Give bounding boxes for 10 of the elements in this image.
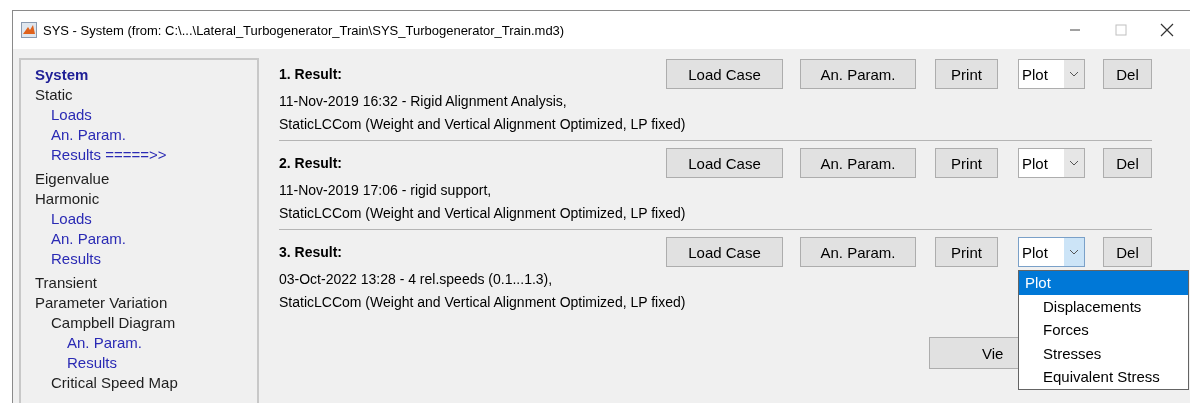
result-description: 11-Nov-2019 16:32 - Rigid Alignment Analysis, bbox=[279, 92, 567, 111]
result-heading: 2. Result: bbox=[279, 155, 343, 171]
result-heading: 1. Result: bbox=[279, 66, 343, 82]
result-description: StaticLCCom (Weight and Vertical Alignment Optimized, LP fixed) bbox=[279, 204, 686, 223]
window-title: SYS - System (from: C:\...\Lateral_Turbogenerator_Train\SYS_Turbogenerator_Train.md3) bbox=[43, 22, 566, 38]
result-heading: 3. Result: bbox=[279, 244, 343, 260]
result-description: 03-Oct-2022 13:28 - 4 rel.speeds (0.1...1.3), bbox=[279, 270, 553, 289]
result-description: 11-Nov-2019 17:06 - rigid support, bbox=[279, 181, 492, 200]
result-description: StaticLCCom (Weight and Vertical Alignment Optimized, LP fixed) bbox=[279, 115, 686, 134]
result-description: StaticLCCom (Weight and Vertical Alignment Optimized, LP fixed) bbox=[279, 293, 686, 312]
